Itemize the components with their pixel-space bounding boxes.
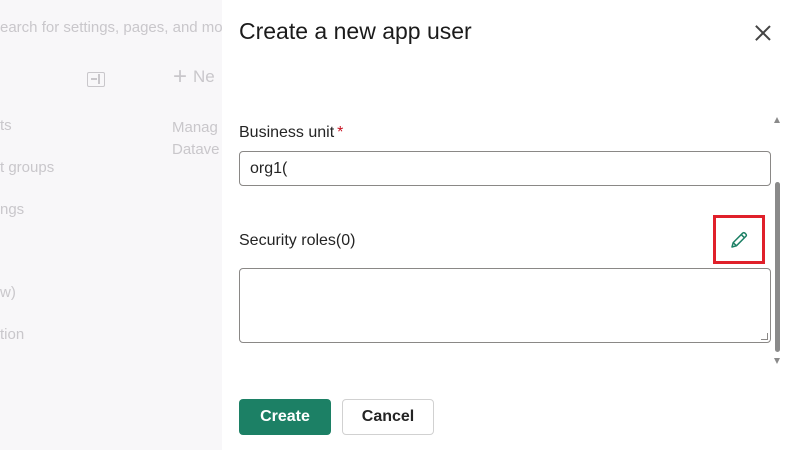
security-roles-label: Security roles(0) — [239, 232, 356, 249]
bg-nav-item-5: tion — [0, 326, 25, 343]
required-marker: * — [337, 124, 344, 141]
business-unit-label-text: Business unit — [239, 124, 335, 141]
bg-nav-item-4: w) — [0, 284, 16, 301]
bg-description: Manag Datave — [172, 117, 220, 161]
new-command: + Ne — [173, 63, 215, 90]
scrollbar-thumb[interactable] — [775, 182, 780, 352]
close-icon[interactable] — [751, 22, 775, 46]
scroll-up-arrow-icon[interactable] — [774, 117, 780, 123]
bg-description-line-2: Datave — [172, 141, 220, 158]
plus-icon: + — [173, 63, 188, 90]
new-command-label: Ne — [193, 67, 215, 86]
settings-search-placeholder: earch for settings, pages, and mo — [0, 19, 223, 36]
create-app-user-panel: Create a new app user Business unit * org… — [222, 0, 800, 450]
business-unit-value: org1( — [250, 159, 288, 177]
bg-nav-item-3: ngs — [0, 201, 25, 218]
create-button[interactable]: Create — [239, 399, 331, 435]
edit-security-roles-button[interactable] — [713, 215, 765, 264]
business-unit-input[interactable]: org1( — [239, 151, 771, 186]
bg-nav-item-1: ts — [0, 117, 12, 134]
panel-title: Create a new app user — [239, 18, 472, 44]
security-roles-field[interactable] — [239, 268, 771, 343]
cancel-button[interactable]: Cancel — [342, 399, 434, 435]
bg-nav-item-2: t groups — [0, 159, 55, 176]
background-page: earch for settings, pages, and mo + Ne t… — [0, 0, 240, 450]
pencil-icon — [731, 231, 748, 248]
business-unit-label: Business unit * — [239, 124, 343, 142]
resize-handle[interactable] — [761, 333, 768, 340]
scroll-down-arrow-icon[interactable] — [774, 358, 780, 364]
bg-description-line-1: Manag — [172, 119, 218, 136]
collapse-panel-icon — [87, 72, 105, 87]
